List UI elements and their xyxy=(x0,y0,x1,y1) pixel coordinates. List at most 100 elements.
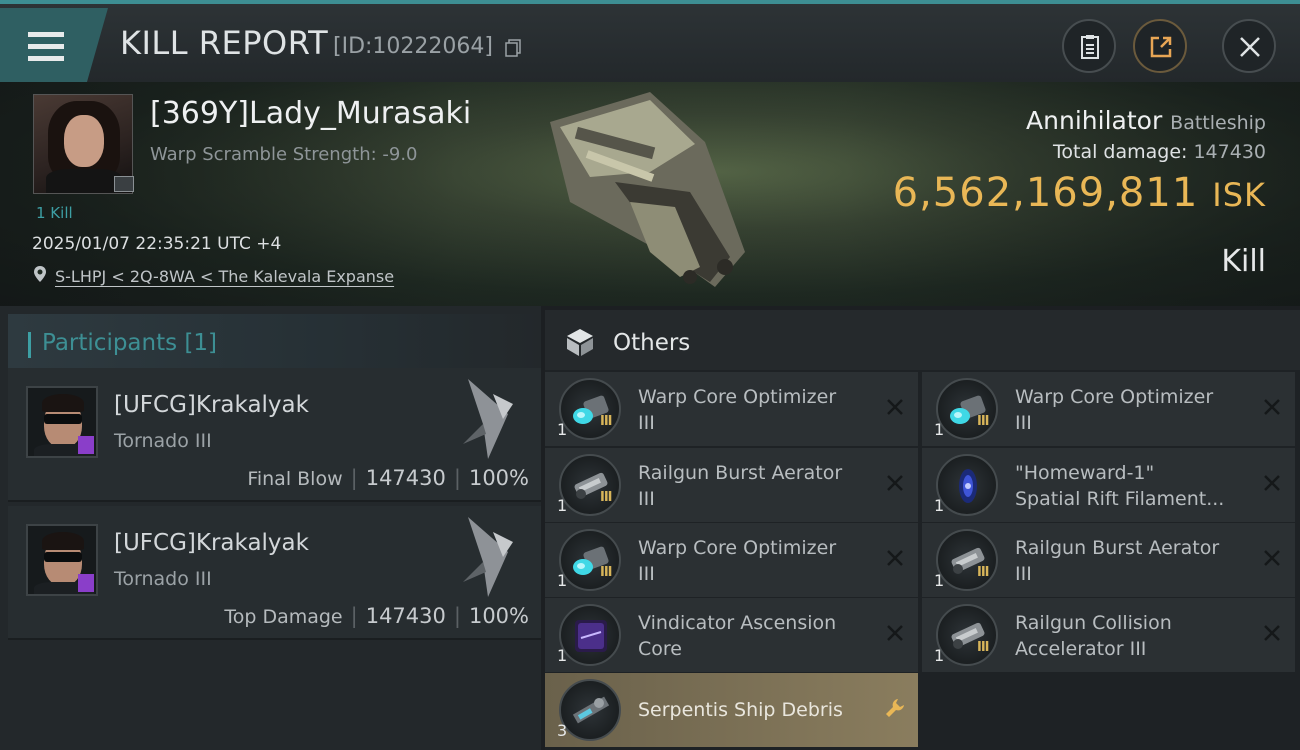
attacker-row[interactable]: [UFCG]Krakalyak Tornado III Top Damage | 1… xyxy=(8,506,541,640)
item-name-line2: III xyxy=(638,563,655,585)
attacker-role: Top Damage xyxy=(224,606,343,628)
item-name: Railgun Collision Accelerator III xyxy=(1015,610,1245,662)
portrait-glasses xyxy=(44,414,82,424)
close-icon xyxy=(1240,37,1260,57)
attacker-name[interactable]: [UFCG]Krakalyak xyxy=(114,530,309,556)
ship-class: Battleship xyxy=(1170,112,1266,134)
menu-icon-line xyxy=(28,44,64,49)
debris-icon xyxy=(559,679,621,741)
warp-core-icon xyxy=(936,378,998,440)
location-link[interactable]: S-LHPJ < 2Q-8WA < The Kalevala Expanse xyxy=(55,267,394,286)
victim-ship[interactable]: Annihilator Battleship xyxy=(1026,106,1266,135)
isk-value: 6,562,169,811 ISK xyxy=(893,170,1266,216)
item-name: Railgun Burst Aerator III xyxy=(1015,535,1245,587)
others-panel: Others 1 III Warp Core Optimizer III 1 III War… xyxy=(545,310,1300,750)
victim-kill-count: 1 Kill xyxy=(36,204,73,222)
ship-name: Annihilator xyxy=(1026,106,1163,135)
clipboard-button[interactable] xyxy=(1062,19,1116,73)
item-name: Vindicator Ascension Core xyxy=(638,610,868,662)
victim-name[interactable]: [369Y]Lady_Murasaki xyxy=(150,96,471,131)
item-quantity: 1 xyxy=(557,420,568,439)
item-row[interactable]: 1 Vindicator Ascension Core xyxy=(545,598,918,672)
isk-amount: 6,562,169,811 xyxy=(892,170,1199,216)
item-row[interactable]: 1 III Railgun Burst Aerator III xyxy=(545,448,918,522)
tornado-ship-icon xyxy=(463,517,513,597)
report-id: [ID:10222064] xyxy=(333,34,493,59)
item-name-line2: Core xyxy=(638,638,682,660)
destroyed-x-icon xyxy=(1264,625,1280,641)
destroyed-x-icon xyxy=(887,475,903,491)
destroyed-x-icon xyxy=(887,625,903,641)
railgun-icon xyxy=(559,454,621,516)
copy-icon[interactable] xyxy=(505,39,521,57)
item-row[interactable]: 1 "Homeward-1" Spatial Rift Filament... xyxy=(922,448,1295,522)
item-name-line1: Railgun Collision xyxy=(1015,612,1172,634)
attacker-stats: Final Blow | 147430 | 100% xyxy=(247,466,529,490)
stat-separator: | xyxy=(453,466,461,490)
menu-button[interactable] xyxy=(0,8,108,84)
item-row[interactable]: 1 III Warp Core Optimizer III xyxy=(922,372,1295,446)
isk-unit: ISK xyxy=(1212,176,1266,214)
result-label: Kill xyxy=(1221,244,1266,279)
attacker-damage: 147430 xyxy=(365,604,446,628)
portrait-face xyxy=(64,115,104,167)
warp-core-icon xyxy=(559,529,621,591)
item-row[interactable]: 1 III Railgun Collision Accelerator III xyxy=(922,598,1295,672)
item-name: Serpentis Ship Debris xyxy=(638,697,868,723)
stat-separator: | xyxy=(453,604,461,628)
destroyed-x-icon xyxy=(1264,550,1280,566)
item-quantity: 1 xyxy=(934,420,945,439)
attacker-portrait[interactable] xyxy=(26,386,98,458)
item-name-line2: III xyxy=(1015,412,1032,434)
participants-header[interactable]: Participants [1] xyxy=(8,314,541,370)
close-button[interactable] xyxy=(1222,19,1276,73)
header-bar: KILL REPORT [ID:10222064] xyxy=(0,0,1300,84)
cube-icon xyxy=(567,329,593,356)
tier-badge: III xyxy=(977,565,989,580)
attacker-damage: 147430 xyxy=(365,466,446,490)
item-name-line1: Railgun Burst Aerator xyxy=(1015,537,1220,559)
item-row[interactable]: 1 III Railgun Burst Aerator III xyxy=(922,523,1295,597)
item-quantity: 1 xyxy=(557,571,568,590)
railgun-icon xyxy=(936,529,998,591)
total-damage-value: 147430 xyxy=(1193,141,1266,163)
others-title: Others xyxy=(613,330,691,356)
core-icon xyxy=(559,604,621,666)
total-damage-label: Total damage: xyxy=(1053,141,1188,163)
item-row[interactable]: 3 Serpentis Ship Debris xyxy=(545,673,918,747)
attacker-row[interactable]: [UFCG]Krakalyak Tornado III Final Blow | 1… xyxy=(8,368,541,502)
attacker-portrait[interactable] xyxy=(26,524,98,596)
menu-icon xyxy=(28,32,64,37)
item-name-line1: Warp Core Optimizer xyxy=(638,537,837,559)
corp-badge-icon xyxy=(114,176,134,192)
attacker-name[interactable]: [UFCG]Krakalyak xyxy=(114,392,309,418)
total-damage: Total damage: 147430 xyxy=(1053,141,1266,163)
item-name-line1: Warp Core Optimizer xyxy=(638,386,837,408)
participants-title: Participants [1] xyxy=(42,330,217,356)
annihilator-ship-image xyxy=(550,92,745,287)
item-name: Warp Core Optimizer III xyxy=(1015,384,1245,436)
portrait-hair xyxy=(42,394,84,412)
item-name-line1: Railgun Burst Aerator xyxy=(638,462,843,484)
attacker-percent: 100% xyxy=(468,604,529,628)
tornado-ship-icon xyxy=(463,379,513,459)
destroyed-x-icon xyxy=(1264,399,1280,415)
item-name: Warp Core Optimizer III xyxy=(638,535,868,587)
item-name: Warp Core Optimizer III xyxy=(638,384,868,436)
item-row[interactable]: 1 III Warp Core Optimizer III xyxy=(545,372,918,446)
item-name-line1: Serpentis Ship Debris xyxy=(638,699,843,721)
item-name-line2: Spatial Rift Filament... xyxy=(1015,488,1225,510)
item-name-line2: III xyxy=(1015,563,1032,585)
participants-panel: Participants [1] [UFCG]Krakalyak Tornado… xyxy=(0,306,541,750)
item-name-line1: Vindicator Ascension xyxy=(638,612,837,634)
item-quantity: 1 xyxy=(934,496,945,515)
victim-banner: [369Y]Lady_Murasaki Warp Scramble Streng… xyxy=(0,82,1300,306)
others-header: Others xyxy=(545,310,1300,370)
item-quantity: 1 xyxy=(934,571,945,590)
attacker-role: Final Blow xyxy=(247,468,343,490)
portrait-body xyxy=(46,169,122,193)
item-row[interactable]: 1 III Warp Core Optimizer III xyxy=(545,523,918,597)
share-button[interactable] xyxy=(1133,19,1187,73)
item-name-line2: Accelerator III xyxy=(1015,638,1147,660)
header-accent xyxy=(28,332,31,358)
